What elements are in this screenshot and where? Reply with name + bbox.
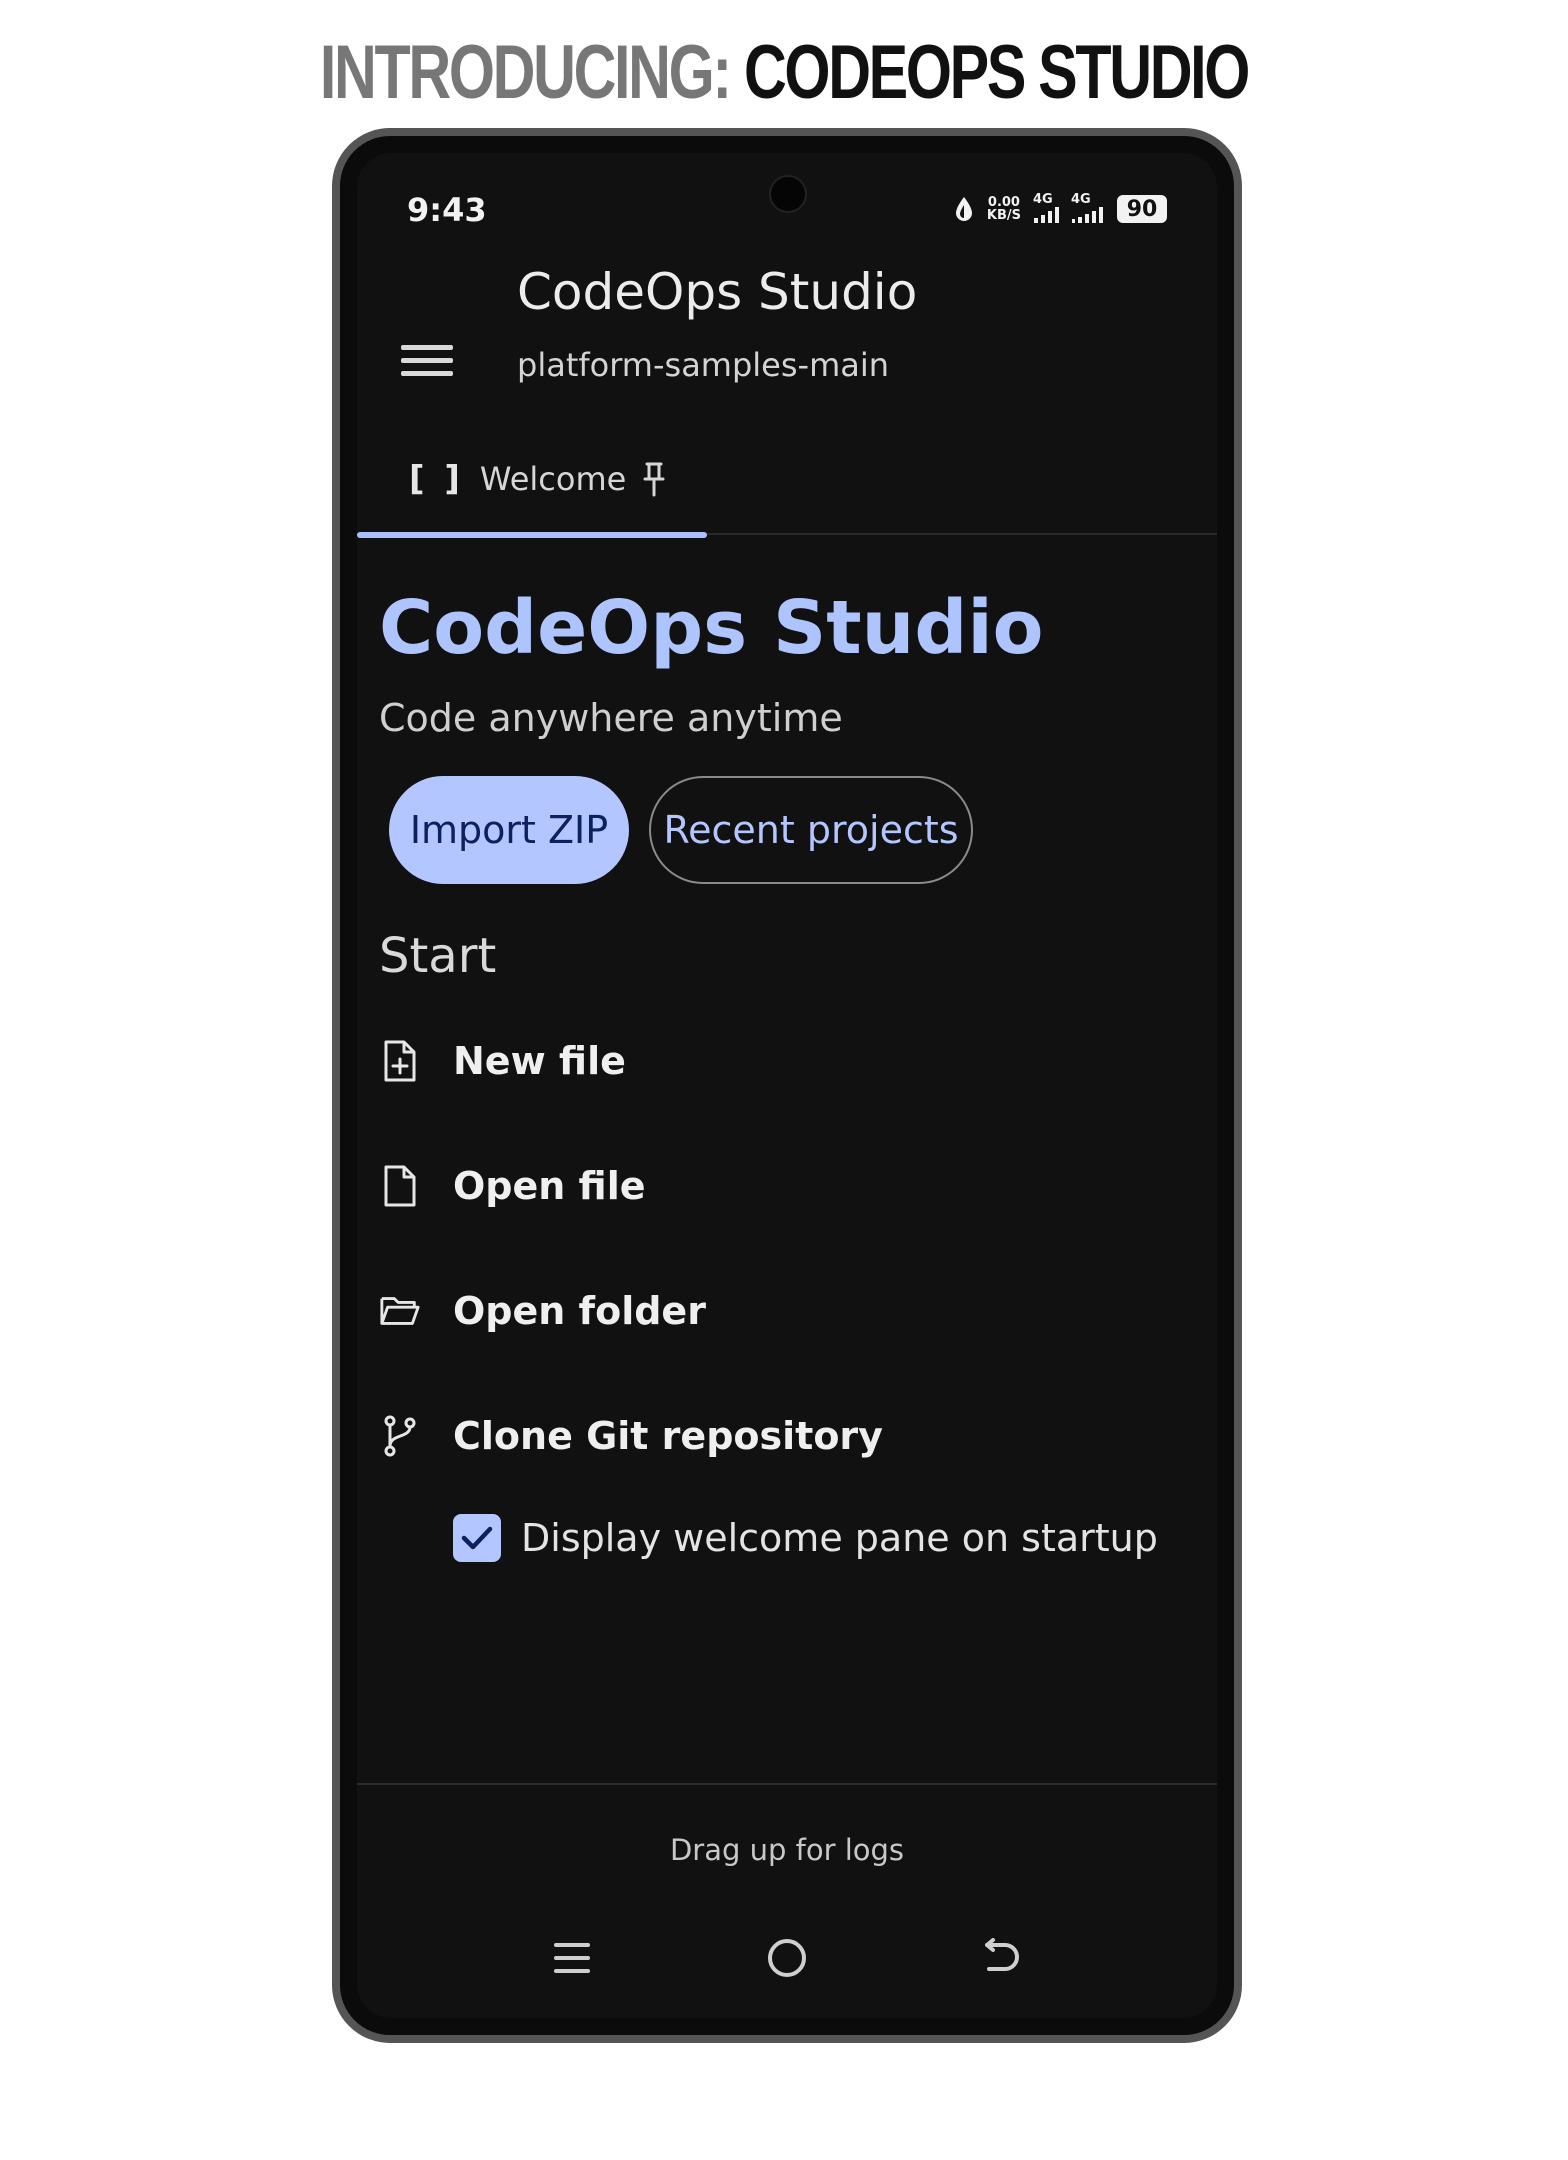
brackets-icon: [ ] xyxy=(409,459,464,499)
editor-tabs: [ ] Welcome xyxy=(357,423,1217,538)
recents-button[interactable] xyxy=(537,1923,607,1993)
checkmark-icon xyxy=(461,1526,493,1550)
recent-projects-button[interactable]: Recent projects xyxy=(649,776,973,884)
signal-1-label: 4G xyxy=(1033,191,1053,207)
open-file-label: Open file xyxy=(453,1164,646,1208)
status-time: 9:43 xyxy=(407,191,487,229)
menu-button[interactable] xyxy=(399,333,455,389)
signal-bars-icon xyxy=(1034,206,1059,223)
app-title: CodeOps Studio xyxy=(517,263,918,321)
hamburger-menu-icon xyxy=(401,345,453,376)
network-speed: 0.00 KB/S xyxy=(987,196,1021,222)
welcome-tagline: Code anywhere anytime xyxy=(379,696,843,740)
tab-label: Welcome xyxy=(479,460,627,498)
folder-open-icon xyxy=(379,1286,421,1336)
banner-prefix: INTRODUCING: xyxy=(319,30,732,115)
clone-git-label: Clone Git repository xyxy=(453,1414,883,1458)
back-button[interactable] xyxy=(967,1923,1037,1993)
front-camera xyxy=(769,175,807,213)
startup-checkbox[interactable] xyxy=(453,1514,501,1562)
git-branch-icon xyxy=(379,1411,421,1461)
signal-bars-icon xyxy=(1072,206,1103,223)
new-file-icon xyxy=(379,1036,421,1086)
banner-product: CODEOPS STUDIO xyxy=(729,30,1250,115)
import-zip-button[interactable]: Import ZIP xyxy=(389,776,629,884)
logs-drag-handle[interactable]: Drag up for logs xyxy=(357,1833,1217,1867)
welcome-title: CodeOps Studio xyxy=(379,585,1044,671)
open-folder-action[interactable]: Open folder xyxy=(379,1271,1139,1351)
pin-icon[interactable] xyxy=(642,461,666,497)
clone-git-action[interactable]: Clone Git repository xyxy=(379,1396,1139,1476)
signal-2-label: 4G xyxy=(1071,191,1091,207)
tab-welcome[interactable]: [ ] Welcome xyxy=(357,423,707,538)
file-icon xyxy=(379,1161,421,1211)
data-saver-icon xyxy=(955,197,972,221)
open-folder-label: Open folder xyxy=(453,1289,706,1333)
phone-screen: 9:43 0.00 KB/S 4G 4G 90 CodeOps Studio p… xyxy=(357,153,1217,2018)
home-button[interactable] xyxy=(752,1923,822,1993)
open-file-action[interactable]: Open file xyxy=(379,1146,1139,1226)
active-tab-indicator xyxy=(357,532,707,538)
app-bar: CodeOps Studio platform-samples-main xyxy=(357,263,1217,413)
signal-2: 4G xyxy=(1071,192,1105,227)
battery-indicator: 90 xyxy=(1117,195,1167,223)
new-file-label: New file xyxy=(453,1039,626,1083)
status-icons: 0.00 KB/S 4G 4G 90 xyxy=(953,192,1167,227)
network-speed-unit: KB/S xyxy=(986,208,1021,223)
home-circle-icon xyxy=(768,1939,806,1977)
startup-checkbox-label: Display welcome pane on startup xyxy=(521,1516,1158,1560)
show-welcome-on-startup[interactable]: Display welcome pane on startup xyxy=(453,1503,1158,1573)
project-name: platform-samples-main xyxy=(517,346,890,384)
logs-divider xyxy=(357,1783,1217,1785)
system-nav-bar xyxy=(357,1913,1217,2003)
signal-1: 4G xyxy=(1033,192,1059,227)
recents-icon xyxy=(554,1943,590,1973)
page-banner: INTRODUCING: CODEOPS STUDIO xyxy=(172,30,1395,116)
new-file-action[interactable]: New file xyxy=(379,1021,1139,1101)
back-arrow-icon xyxy=(985,1938,1019,1971)
start-heading: Start xyxy=(379,928,497,984)
